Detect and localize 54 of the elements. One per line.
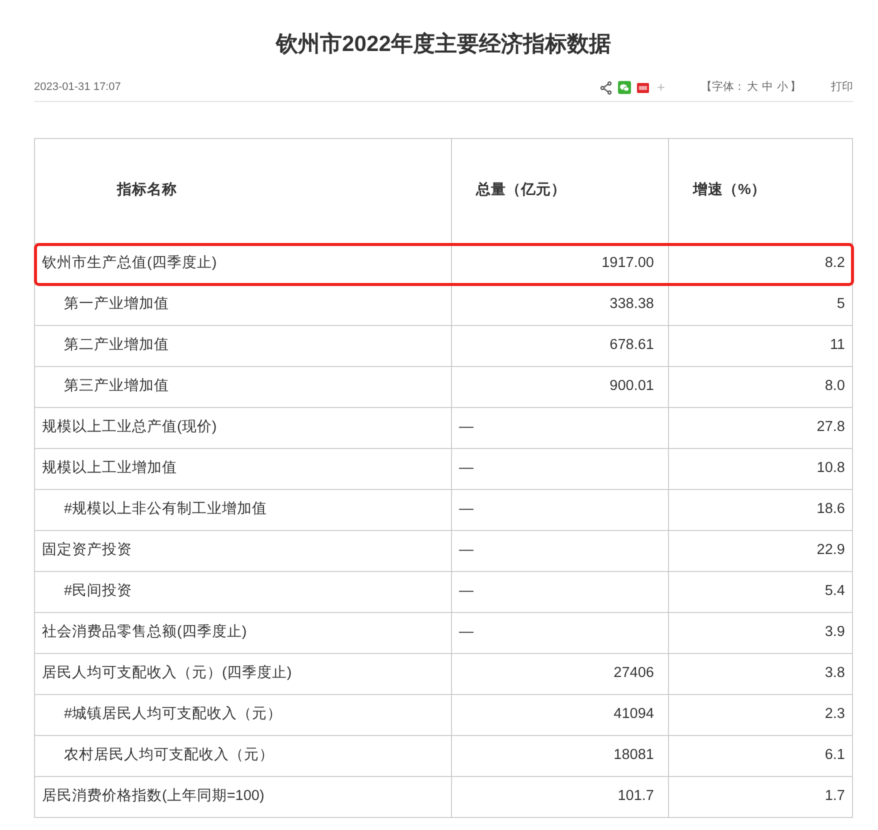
table-cell: 6.1 — [668, 736, 852, 776]
table-cell: 41094 — [452, 694, 668, 736]
table-cell: — — [452, 572, 668, 612]
font-size-label: 【字体： — [701, 80, 745, 96]
table-cell: 338.38 — [452, 284, 668, 326]
table-cell: 固定资产投资 — [34, 530, 452, 572]
table-cell: 11 — [668, 326, 852, 366]
table-cell: 101.7 — [452, 776, 668, 818]
table-cell: 18.6 — [668, 490, 852, 530]
table-cell: 22.9 — [668, 530, 852, 572]
table-cell: — — [452, 612, 668, 654]
table-cell: 居民人均可支配收入（元）(四季度止) — [34, 654, 452, 694]
table-cell: 规模以上工业增加值 — [34, 448, 452, 490]
article-title: 钦州市2022年度主要经济指标数据 — [274, 30, 612, 58]
publish-date: 2023-01-31 17:07 — [34, 80, 121, 96]
font-size-link[interactable]: 大 — [747, 79, 758, 96]
table-cell: 社会消费品零售总额(四季度止) — [34, 612, 452, 654]
table-cell: — — [452, 448, 668, 490]
table-cell: 10.8 — [668, 448, 852, 490]
table-cell: 8.0 — [668, 366, 852, 408]
font-size-bracket: 】 — [790, 80, 801, 96]
table-cell: 678.61 — [452, 326, 668, 366]
table-cell: — — [452, 408, 668, 448]
table-cell: 1.7 — [668, 776, 852, 818]
table-cell: 规模以上工业总产值(现价) — [34, 408, 452, 448]
table-cell: 18081 — [452, 736, 668, 776]
chat-icon[interactable] — [618, 81, 631, 94]
print-link[interactable]: 打印 — [831, 79, 853, 96]
font-size-link[interactable]: 中 — [762, 79, 773, 96]
table-cell: 2.3 — [668, 694, 852, 736]
column-header: 指标名称 — [34, 138, 452, 244]
column-header: 总量（亿元） — [452, 138, 668, 244]
table-cell: 3.8 — [668, 654, 852, 694]
table-cell: 钦州市生产总值(四季度止) — [34, 244, 452, 284]
table-cell: 第二产业增加值 — [34, 326, 452, 366]
share-icon[interactable] — [600, 80, 612, 94]
table-cell: 5.4 — [668, 572, 852, 612]
column-header: 增速（%） — [668, 138, 852, 244]
table-cell: #城镇居民人均可支配收入（元） — [34, 694, 452, 736]
table-cell: 第三产业增加值 — [34, 366, 452, 408]
table-cell: 5 — [668, 284, 852, 326]
table-cell: 3.9 — [668, 612, 852, 654]
share-badge-icon[interactable] — [636, 82, 649, 92]
table-cell: 农村居民人均可支配收入（元） — [34, 736, 452, 776]
table-cell: #规模以上非公有制工业增加值 — [34, 490, 452, 530]
table-cell: #民间投资 — [34, 572, 452, 612]
table-cell: 第一产业增加值 — [34, 284, 452, 326]
table-cell: 900.01 — [452, 366, 668, 408]
table-cell: 27.8 — [668, 408, 852, 448]
table-cell: 27406 — [452, 654, 668, 694]
table-cell: — — [452, 490, 668, 530]
table-cell: 居民消费价格指数(上年同期=100) — [34, 776, 452, 818]
table-cell: — — [452, 530, 668, 572]
font-size-link[interactable]: 小 — [777, 79, 788, 96]
